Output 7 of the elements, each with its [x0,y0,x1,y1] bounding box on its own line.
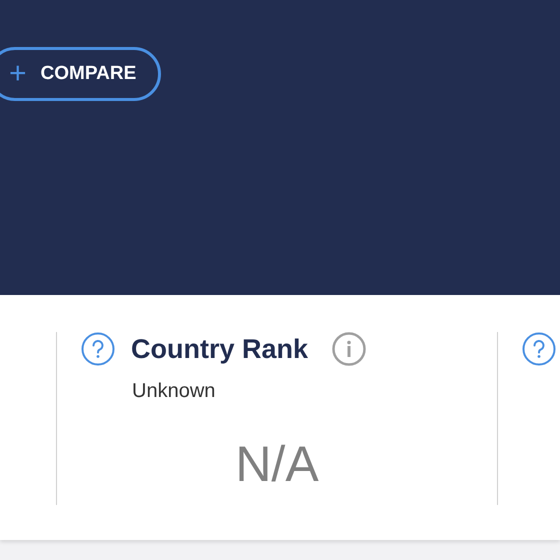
compare-button[interactable]: + COMPARE [0,47,162,101]
stat-subtitle: Unknown [132,380,216,403]
info-icon[interactable] [332,332,366,366]
stat-value: N/A [234,435,320,493]
stat-title: Country Rank [131,334,308,364]
help-icon[interactable] [81,332,115,366]
help-icon[interactable] [522,332,556,366]
